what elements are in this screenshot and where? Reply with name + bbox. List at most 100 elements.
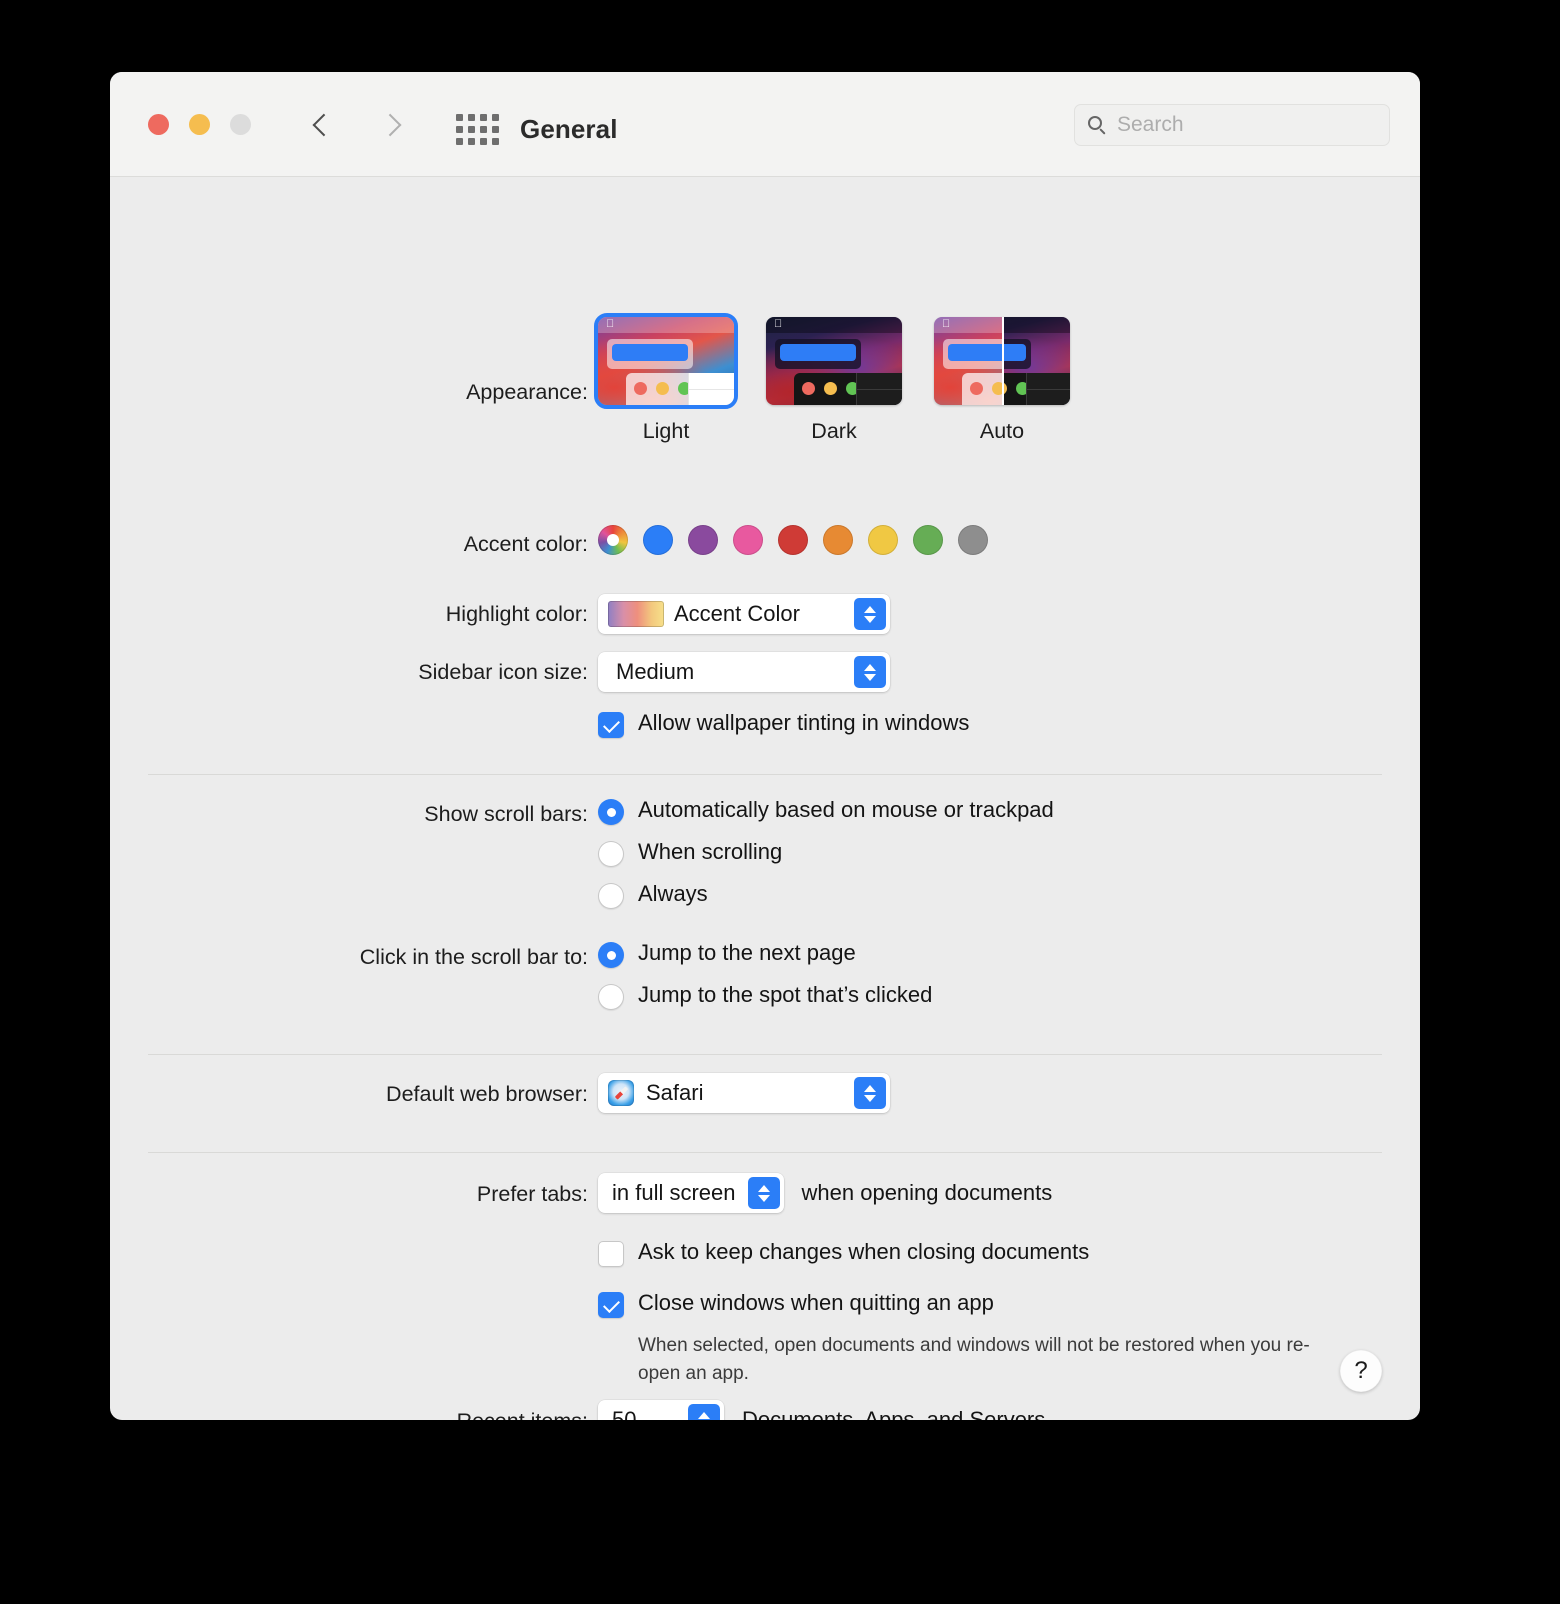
highlight-color-value: Accent Color xyxy=(674,601,800,626)
accent-swatch-green[interactable] xyxy=(913,525,943,555)
prefer-tabs-suffix: when opening documents xyxy=(801,1180,1053,1205)
appearance-thumbnail-auto[interactable]:  xyxy=(934,317,1070,405)
show-all-grid-icon[interactable] xyxy=(456,114,500,146)
appearance-option-auto[interactable]:  xyxy=(934,317,1070,444)
chevron-updown-icon[interactable] xyxy=(854,1077,886,1109)
highlight-color-label: Highlight color: xyxy=(445,602,588,626)
click-scroll-bar-label: Click in the scroll bar to: xyxy=(359,945,588,969)
prefer-tabs-dropdown[interactable]: in full screen xyxy=(598,1173,784,1213)
default-web-browser-value: Safari xyxy=(646,1080,704,1105)
system-preferences-window: General Search Appearance:  xyxy=(110,72,1420,1420)
scroll-option-always-label: Always xyxy=(638,881,708,906)
appearance-thumbnail-light[interactable]:  xyxy=(594,313,738,409)
accent-swatch-orange[interactable] xyxy=(823,525,853,555)
accent-color-swatches xyxy=(598,525,988,555)
section-divider xyxy=(148,1152,1382,1153)
close-window-button[interactable] xyxy=(148,114,169,135)
highlight-color-dropdown[interactable]: Accent Color xyxy=(598,594,890,634)
click-scroll-bar-radio-group: Jump to the next page Jump to the spot t… xyxy=(598,940,932,1010)
appearance-label-light: Light xyxy=(642,419,690,443)
radio-when-scrolling[interactable] xyxy=(598,841,624,867)
accent-color-label: Accent color: xyxy=(463,532,588,556)
appearance-thumbnail-dark[interactable]:  xyxy=(766,317,902,405)
accent-swatch-pink[interactable] xyxy=(733,525,763,555)
recent-items-stepper[interactable]: 50 xyxy=(598,1400,724,1420)
ask-keep-changes-checkbox-row[interactable]: Ask to keep changes when closing documen… xyxy=(598,1239,1089,1267)
search-placeholder: Search xyxy=(1117,113,1184,136)
forward-button[interactable] xyxy=(374,106,412,144)
wallpaper-tinting-label: Allow wallpaper tinting in windows xyxy=(638,710,970,735)
sidebar-icon-size-control: Medium xyxy=(598,652,890,692)
sidebar-icon-size-label: Sidebar icon size: xyxy=(418,660,588,684)
show-scroll-bars-radio-group: Automatically based on mouse or trackpad… xyxy=(598,797,1054,909)
ask-keep-changes-label: Ask to keep changes when closing documen… xyxy=(638,1239,1090,1264)
apple-logo-icon:  xyxy=(942,319,952,330)
accent-swatch-purple[interactable] xyxy=(688,525,718,555)
chevron-updown-icon[interactable] xyxy=(854,656,886,688)
click-option-next-page-label: Jump to the next page xyxy=(638,940,856,965)
section-divider xyxy=(148,1054,1382,1055)
section-divider xyxy=(148,774,1382,775)
accent-swatch-yellow[interactable] xyxy=(868,525,898,555)
apple-logo-icon:  xyxy=(774,319,784,330)
sidebar-icon-size-dropdown[interactable]: Medium xyxy=(598,652,890,692)
chevron-updown-icon[interactable] xyxy=(854,598,886,630)
chevron-left-icon xyxy=(312,113,336,137)
apple-logo-icon:  xyxy=(606,319,616,330)
chevron-updown-icon[interactable] xyxy=(747,1177,780,1209)
close-windows-help-text: When selected, open documents and window… xyxy=(638,1335,1310,1384)
click-option-spot-clicked-label: Jump to the spot that’s clicked xyxy=(638,982,933,1007)
accent-swatch-blue[interactable] xyxy=(643,525,673,555)
click-option-spot-clicked[interactable]: Jump to the spot that’s clicked xyxy=(598,982,932,1010)
zoom-window-button[interactable] xyxy=(230,114,251,135)
search-icon xyxy=(1087,115,1107,135)
scroll-option-when-scrolling-label: When scrolling xyxy=(638,839,783,864)
radio-always[interactable] xyxy=(598,883,624,909)
radio-jump-next-page[interactable] xyxy=(598,942,624,968)
radio-jump-spot-clicked[interactable] xyxy=(598,984,624,1010)
close-windows-checkbox[interactable] xyxy=(598,1292,624,1318)
help-button[interactable]: ? xyxy=(1340,1350,1382,1392)
accent-swatch-multicolor[interactable] xyxy=(598,525,628,555)
appearance-label-auto: Auto xyxy=(979,419,1025,443)
default-web-browser-dropdown[interactable]: Safari xyxy=(598,1073,890,1113)
accent-swatch-graphite[interactable] xyxy=(958,525,988,555)
preferences-content: Appearance:  Light xyxy=(110,177,1420,1420)
click-option-next-page[interactable]: Jump to the next page xyxy=(598,940,932,968)
screen: General Search Appearance:  xyxy=(0,0,1560,1604)
appearance-options:  Light  xyxy=(594,313,1070,444)
sidebar-icon-size-value: Medium xyxy=(616,659,695,684)
scroll-option-always[interactable]: Always xyxy=(598,881,1054,909)
recent-items-value: 50 xyxy=(612,1407,637,1420)
close-windows-checkbox-row[interactable]: Close windows when quitting an app xyxy=(598,1290,994,1318)
scroll-option-automatic-label: Automatically based on mouse or trackpad xyxy=(638,797,1054,822)
chevron-updown-icon[interactable] xyxy=(688,1404,720,1420)
highlight-color-control: Accent Color xyxy=(598,594,890,634)
recent-items-row: 50 Documents, Apps, and Servers xyxy=(598,1400,1045,1420)
minimize-window-button[interactable] xyxy=(189,114,210,135)
wallpaper-tinting-checkbox-row[interactable]: Allow wallpaper tinting in windows xyxy=(598,710,969,738)
chevron-right-icon xyxy=(378,113,402,137)
window-titlebar: General Search xyxy=(110,72,1420,177)
wallpaper-tinting-checkbox[interactable] xyxy=(598,712,624,738)
accent-swatch-red[interactable] xyxy=(778,525,808,555)
appearance-label: Appearance: xyxy=(466,380,588,404)
default-web-browser-label: Default web browser: xyxy=(386,1082,588,1106)
scroll-option-when-scrolling[interactable]: When scrolling xyxy=(598,839,1054,867)
appearance-option-light[interactable]:  Light xyxy=(594,313,738,444)
page-title: General xyxy=(520,114,618,144)
appearance-label-dark: Dark xyxy=(811,419,857,443)
recent-items-suffix: Documents, Apps, and Servers xyxy=(742,1407,1046,1420)
back-button[interactable] xyxy=(302,106,340,144)
scroll-option-automatic[interactable]: Automatically based on mouse or trackpad xyxy=(598,797,1054,825)
ask-keep-changes-checkbox[interactable] xyxy=(598,1241,624,1267)
show-scroll-bars-label: Show scroll bars: xyxy=(424,802,588,826)
traffic-lights xyxy=(148,114,251,135)
recent-items-label: Recent items: xyxy=(120,1409,588,1420)
default-web-browser-control: Safari xyxy=(598,1073,890,1113)
radio-automatic[interactable] xyxy=(598,799,624,825)
close-windows-label: Close windows when quitting an app xyxy=(638,1290,994,1315)
search-input[interactable]: Search xyxy=(1074,104,1390,146)
safari-icon xyxy=(608,1080,634,1106)
appearance-option-dark[interactable]:  Dark xyxy=(766,317,902,444)
